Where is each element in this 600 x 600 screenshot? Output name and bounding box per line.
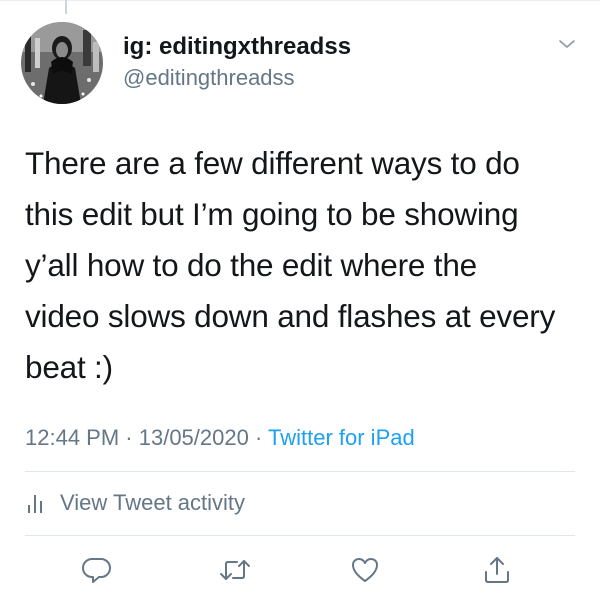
view-tweet-activity-button[interactable]: View Tweet activity [26,489,245,517]
tweet-text-line: this edit but I’m going to be showing [25,196,519,232]
retweet-icon [219,555,251,590]
tweet-metadata: 12:44 PM · 13/05/2020 · Twitter for iPad [25,425,415,451]
tweet-action-bar [0,554,600,590]
bar-chart-icon [26,491,46,515]
tweet-text-line: y’all how to do the edit where the [25,247,477,283]
share-button[interactable] [479,554,515,590]
display-name[interactable]: ig: editingxthreadss [123,33,351,61]
thread-connector-line [65,0,67,14]
tweet-detail: ig: editingxthreadss @editingthreadss Th… [0,0,600,600]
tweet-text-line: video slows down and flashes at every [25,298,556,334]
tweet-date: 13/05/2020 [138,425,249,450]
view-tweet-activity-label: View Tweet activity [60,490,246,515]
heart-icon [350,555,380,590]
avatar-image [21,22,103,104]
tweet-text-line: beat :) [25,349,113,385]
reply-button[interactable] [79,554,115,590]
meta-separator: · [248,425,268,450]
more-options-chevron-down-icon[interactable] [556,36,578,52]
share-icon [482,555,512,590]
divider [25,471,575,472]
tweet-time: 12:44 PM [25,425,120,450]
avatar[interactable] [21,22,103,104]
tweet-text-line: There are a few different ways to do [25,145,520,181]
tweet-source-link[interactable]: Twitter for iPad [268,425,415,450]
retweet-button[interactable] [217,554,253,590]
top-divider [0,0,600,1]
tweet-text: There are a few different ways to do thi… [25,138,585,393]
divider [25,535,575,536]
reply-icon [82,555,112,590]
user-handle[interactable]: @editingthreadss [123,65,295,91]
meta-separator: · [119,425,139,450]
like-button[interactable] [347,554,383,590]
